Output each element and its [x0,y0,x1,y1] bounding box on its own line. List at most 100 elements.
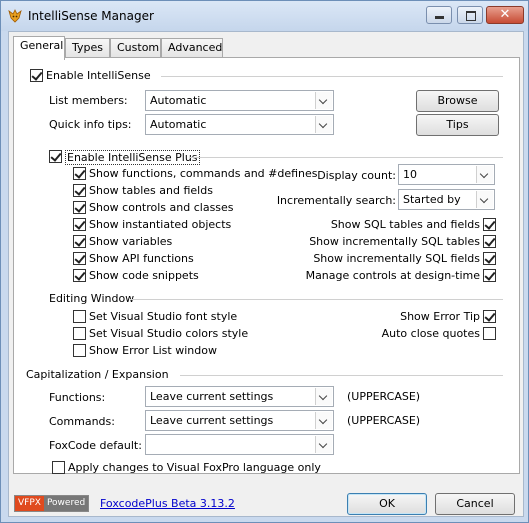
show-incremental-sql-tables-checkbox[interactable] [483,235,496,248]
commands-case-hint: (UPPERCASE) [347,414,421,427]
close-button[interactable]: ✕ [486,6,524,24]
maximize-icon [466,11,476,21]
display-count-select[interactable]: 10 [398,164,495,185]
show-controls-classes-checkbox[interactable] [73,201,86,214]
vfpx-logo-text: VFPX [15,496,44,511]
browse-button-label: Browse [437,94,478,107]
chevron-down-icon[interactable] [315,116,332,133]
enable-intellisense-plus-label: Enable IntelliSense Plus [65,150,200,165]
tab-general[interactable]: General [13,36,65,60]
section-divider [161,76,503,77]
chevron-down-icon[interactable] [315,412,332,429]
show-error-tip-checkbox[interactable] [483,310,496,323]
chevron-down-icon[interactable] [315,436,332,453]
editing-right-option-label: Auto close quotes [381,327,480,340]
vs-colors-style-checkbox[interactable] [73,327,86,340]
show-tables-fields-checkbox[interactable] [73,184,86,197]
section-divider [180,375,503,376]
plus-option-label: Show variables [89,235,173,248]
functions-value: Leave current settings [150,390,274,403]
show-api-functions-checkbox[interactable] [73,252,86,265]
capitalization-title: Capitalization / Expansion [26,368,169,381]
incremental-search-select[interactable]: Started by [398,189,495,210]
incremental-search-value: Started by [403,193,461,206]
tab-advanced[interactable]: Advanced [161,38,223,58]
maximize-button[interactable] [457,6,483,24]
tab-label: Custom [117,41,160,54]
editing-right-option-label: Show Error Tip [400,310,480,323]
editing-option-label: Show Error List window [89,344,217,357]
plus-option-label: Show functions, commands and #defines [89,167,318,180]
list-members-value: Automatic [150,94,207,107]
tips-button[interactable]: Tips [416,114,499,136]
show-sql-tables-fields-checkbox[interactable] [483,218,496,231]
plus-option-label: Show instantiated objects [89,218,232,231]
quick-info-tips-label: Quick info tips: [49,118,132,131]
window-title: IntelliSense Manager [28,9,154,23]
chevron-down-icon[interactable] [476,166,493,183]
editing-option-label: Set Visual Studio font style [89,310,238,323]
ok-button[interactable]: OK [347,493,427,515]
section-divider [190,157,503,158]
plus-right-option-label: Show incrementally SQL fields [313,252,480,265]
chevron-down-icon[interactable] [476,191,493,208]
tab-label: Advanced [168,41,223,54]
list-members-select[interactable]: Automatic [145,90,334,111]
plus-option-label: Show code snippets [89,269,199,282]
version-link[interactable]: FoxcodePlus Beta 3.13.2 [100,497,235,510]
enable-intellisense-label: Enable IntelliSense [46,69,151,82]
commands-value: Leave current settings [150,414,274,427]
auto-close-quotes-checkbox[interactable] [483,327,496,340]
chevron-down-icon[interactable] [315,388,332,405]
general-tab-page: Enable IntelliSense List members: Automa… [13,57,520,474]
ok-button-label: OK [379,497,395,510]
show-incremental-sql-fields-checkbox[interactable] [483,252,496,265]
foxpro-app-icon [8,9,22,23]
quick-info-tips-value: Automatic [150,118,207,131]
close-icon: ✕ [499,7,511,22]
incremental-search-label: Incrementally search: [276,194,396,207]
functions-label: Functions: [49,391,106,404]
powered-logo-text: Powered [43,496,89,511]
section-divider [130,299,503,300]
minimize-button[interactable] [426,6,452,24]
cancel-button-label: Cancel [456,497,494,510]
quick-info-tips-select[interactable]: Automatic [145,114,334,135]
commands-label: Commands: [49,415,115,428]
display-count-label: Display count: [317,169,396,182]
functions-case-hint: (UPPERCASE) [347,390,421,403]
enable-intellisense-checkbox[interactable] [30,69,43,82]
vs-font-style-checkbox[interactable] [73,310,86,323]
tab-types[interactable]: Types [65,38,110,58]
foxcode-default-select[interactable] [145,434,334,455]
list-members-label: List members: [49,94,128,107]
editing-window-title: Editing Window [49,292,135,305]
plus-option-label: Show tables and fields [89,184,213,197]
cancel-button[interactable]: Cancel [435,493,515,515]
browse-button[interactable]: Browse [416,90,499,112]
manage-controls-design-time-checkbox[interactable] [483,269,496,282]
dialog-client: General Types Custom Advanced Enable Int… [8,31,524,517]
vfpx-powered-logo: VFPX Powered [14,495,90,512]
foxcode-default-label: FoxCode default: [49,439,142,452]
show-functions-checkbox[interactable] [73,167,86,180]
plus-right-option-label: Manage controls at design-time [305,269,480,282]
tab-label: Types [72,41,103,54]
plus-option-label: Show API functions [89,252,194,265]
enable-intellisense-plus-checkbox[interactable] [49,150,62,163]
show-error-list-checkbox[interactable] [73,344,86,357]
show-code-snippets-checkbox[interactable] [73,269,86,282]
show-variables-checkbox[interactable] [73,235,86,248]
editing-option-label: Set Visual Studio colors style [89,327,249,340]
title-bar: IntelliSense Manager ✕ [1,1,528,31]
functions-select[interactable]: Leave current settings [145,386,334,407]
tips-button-label: Tips [446,118,469,131]
tab-custom[interactable]: Custom [110,38,161,58]
plus-right-option-label: Show SQL tables and fields [330,218,480,231]
chevron-down-icon[interactable] [315,92,332,109]
minimize-icon [435,16,444,19]
commands-select[interactable]: Leave current settings [145,410,334,431]
plus-right-option-label: Show incrementally SQL tables [309,235,480,248]
apply-changes-vfp-checkbox[interactable] [52,461,65,474]
show-instantiated-objects-checkbox[interactable] [73,218,86,231]
